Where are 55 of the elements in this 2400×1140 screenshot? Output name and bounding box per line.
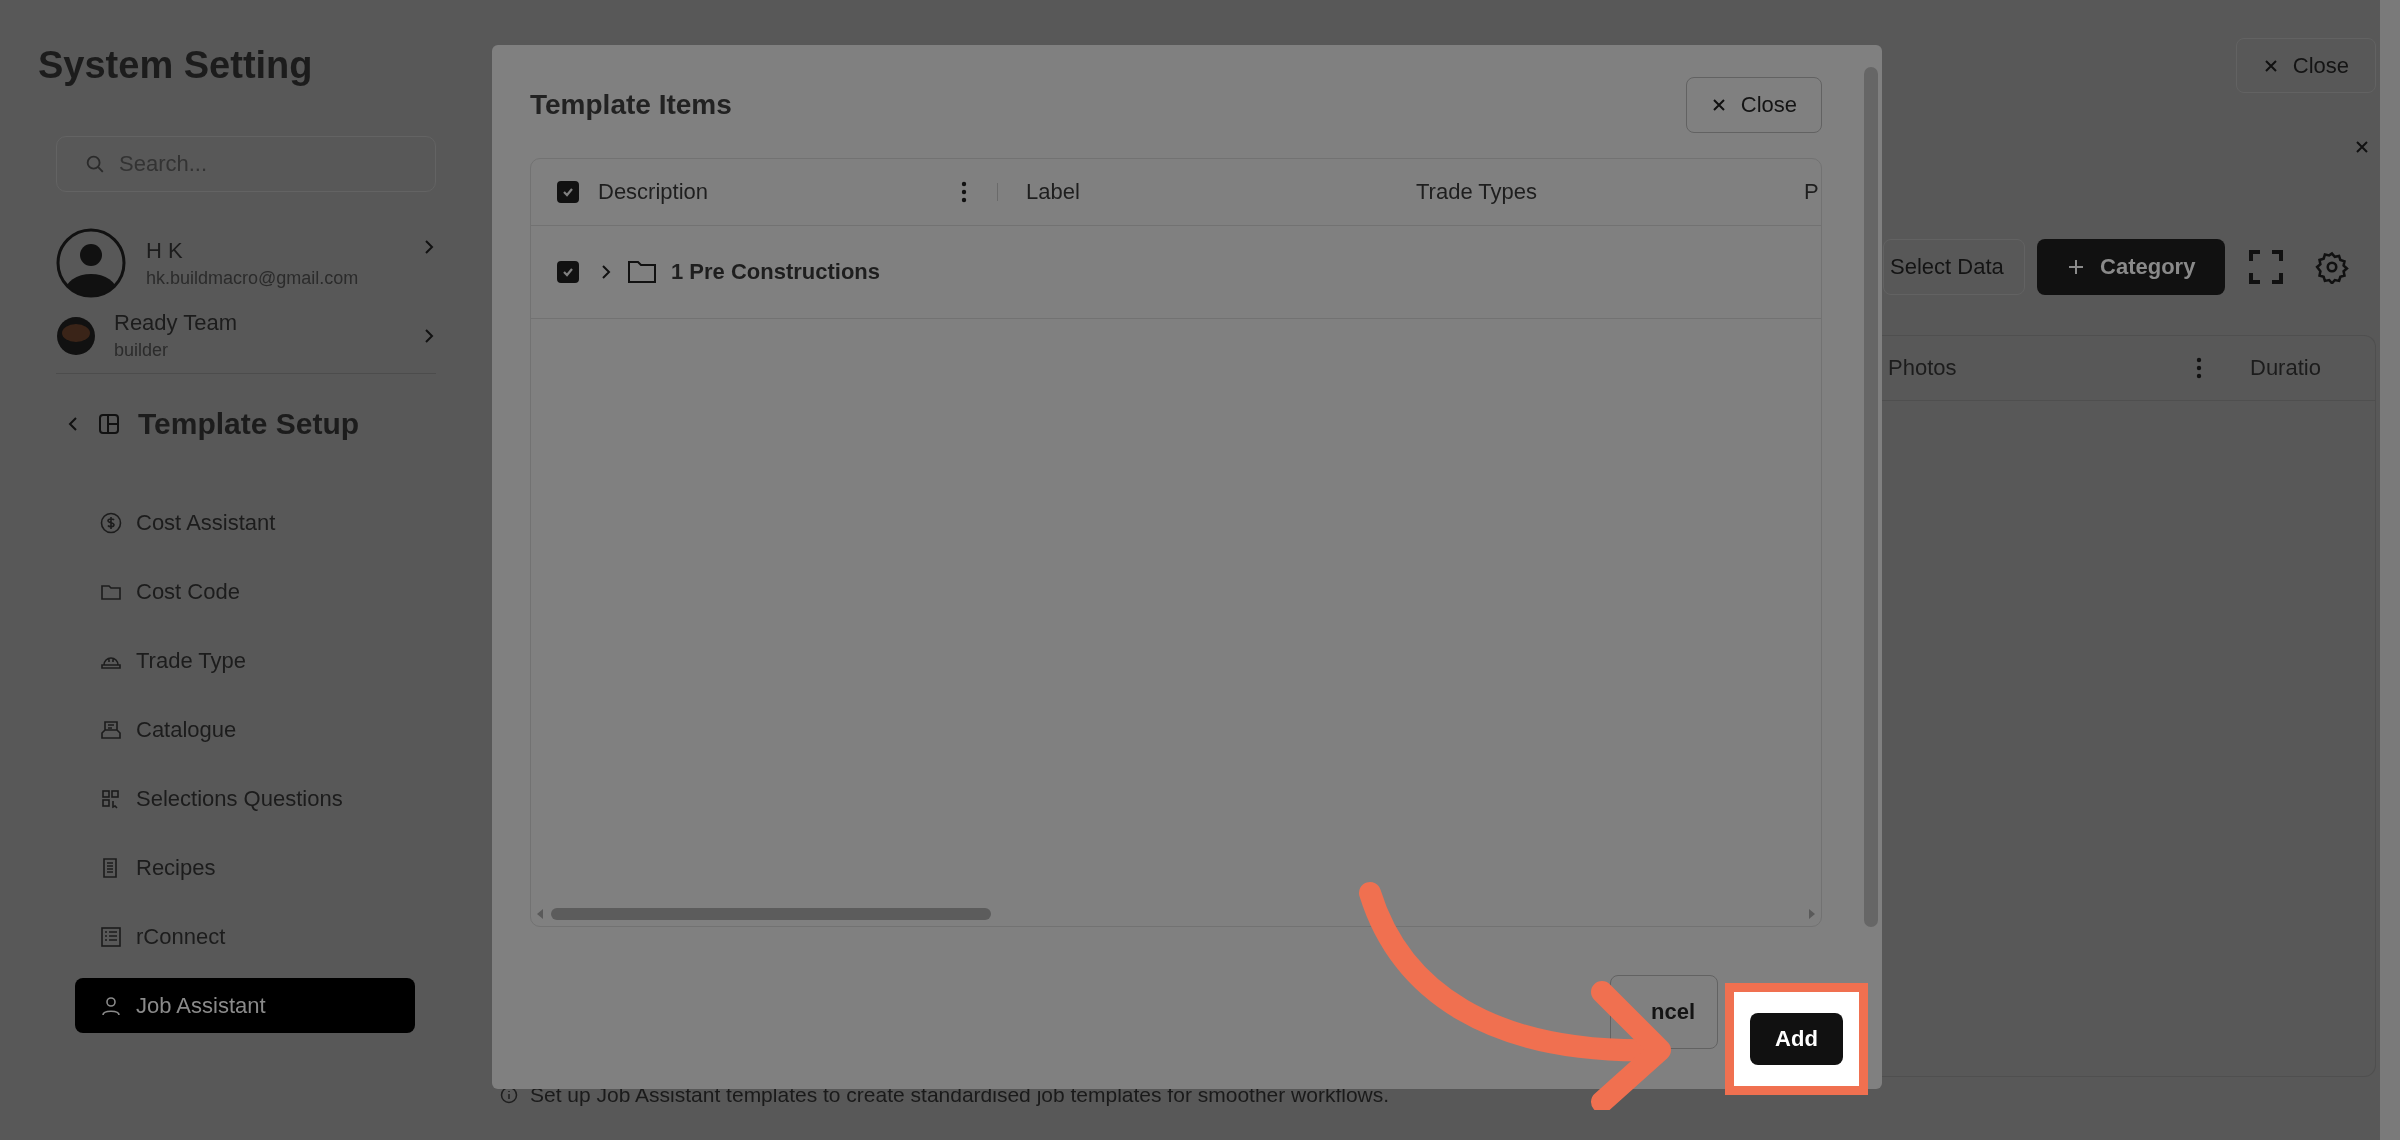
row-label[interactable]: 1 Pre Constructions <box>671 259 881 285</box>
avatar-icon <box>56 228 126 298</box>
menu-item[interactable]: Cost Assistant <box>75 495 415 550</box>
scroll-right-icon[interactable] <box>1807 908 1817 920</box>
kebab-icon[interactable] <box>961 181 967 203</box>
person-icon <box>100 994 122 1017</box>
scroll-left-icon[interactable] <box>535 908 545 920</box>
expand-chevron-icon[interactable] <box>599 263 613 281</box>
info-icon <box>500 1086 518 1104</box>
chevron-right-icon[interactable] <box>422 326 436 345</box>
menu-item[interactable]: Cost Code <box>75 564 415 619</box>
close-icon[interactable] <box>2354 139 2370 155</box>
folder-icon <box>627 259 657 285</box>
close-icon <box>1710 96 1727 113</box>
back-chevron-icon[interactable] <box>66 415 80 433</box>
close-icon <box>2262 57 2279 74</box>
cancel-button[interactable]: ncel <box>1609 975 1718 1049</box>
scrollbar[interactable] <box>1864 67 1878 927</box>
close-button[interactable]: Close <box>2235 38 2376 93</box>
column-header: P <box>1804 179 1819 205</box>
user-name: H K <box>146 237 184 264</box>
menu-item[interactable]: Trade Type <box>75 633 415 688</box>
settings-icon[interactable] <box>2314 250 2349 284</box>
list-icon <box>100 925 122 948</box>
section-title: Template Setup <box>138 407 360 441</box>
close-button[interactable]: Close <box>1685 76 1822 133</box>
dollar-icon <box>100 511 122 534</box>
tray-icon <box>100 718 122 741</box>
column-header: Label <box>1026 179 1080 205</box>
scrollbar-thumb[interactable] <box>551 908 991 920</box>
modal-title: Template Items <box>530 88 732 121</box>
category-button[interactable]: Category <box>2036 239 2225 295</box>
checkbox[interactable] <box>557 261 579 283</box>
add-button[interactable]: Add <box>1750 1013 1843 1065</box>
menu-item[interactable]: rConnect <box>75 909 415 964</box>
kebab-icon[interactable] <box>2196 357 2202 379</box>
column-header: Description <box>598 179 709 205</box>
menu-item[interactable]: Selections Questions <box>75 771 415 826</box>
menu-item[interactable]: Recipes <box>75 840 415 895</box>
menu-item[interactable]: Job Assistant <box>75 978 415 1033</box>
chevron-right-icon[interactable] <box>422 238 436 256</box>
menu-item[interactable]: Catalogue <box>75 702 415 757</box>
grid-icon <box>100 787 122 810</box>
fullscreen-icon[interactable] <box>2248 250 2283 284</box>
select-data-button[interactable]: Select Data <box>1883 239 2025 295</box>
search-icon <box>84 153 106 175</box>
page-title: System Setting <box>38 44 314 88</box>
column-header: Trade Types <box>1416 179 1538 205</box>
column-header: Duratio <box>2250 355 2321 381</box>
column-header: Photos <box>1888 355 1958 381</box>
scrollbar[interactable] <box>2380 0 2400 1140</box>
team-avatar-icon <box>56 315 96 356</box>
checkbox[interactable] <box>557 181 579 203</box>
layout-icon <box>98 413 120 435</box>
team-name: Ready Team <box>114 310 239 336</box>
